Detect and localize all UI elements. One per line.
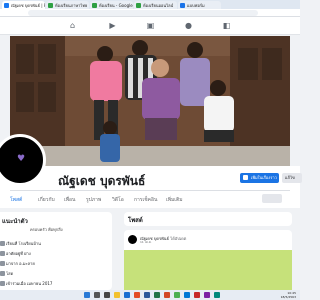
forms-icon bbox=[180, 2, 185, 8]
intro-row-text: มาจาก อ.มะลาย bbox=[6, 261, 35, 266]
home-icon bbox=[0, 251, 5, 256]
facebook-icon bbox=[4, 2, 9, 8]
task-view-icon[interactable] bbox=[104, 292, 110, 298]
browser-tab-4[interactable]: ห้องเรียนออนไลน์ bbox=[134, 1, 177, 9]
start-icon[interactable] bbox=[84, 292, 90, 298]
tab-label: ห้องเรียน - Google Docs bbox=[99, 2, 133, 8]
tab-label: ห้องเรียนภาษาไทย bbox=[55, 2, 88, 8]
add-to-story-label: เพิ่มในเรื่องราว bbox=[251, 175, 277, 180]
tab-videos[interactable]: วิดีโอ bbox=[112, 196, 124, 204]
tab-friends[interactable]: เพื่อน bbox=[64, 196, 75, 204]
tab-checkins[interactable]: การเช็คอิน bbox=[134, 196, 157, 204]
tab-posts[interactable]: โพสต์ bbox=[10, 196, 22, 204]
family-photo bbox=[10, 36, 290, 166]
sheets-icon bbox=[92, 2, 97, 8]
intro-row: มาจาก อ.มะลาย bbox=[0, 260, 110, 268]
divider bbox=[10, 190, 290, 191]
facebook-top-nav: ⌂ ▶ ▣ ● ◧ bbox=[0, 17, 300, 35]
profile-name: ณัฐเดช บุดรพันธ์ bbox=[58, 174, 146, 188]
watch-icon[interactable]: ▶ bbox=[108, 21, 117, 30]
intro-row: เข้าร่วมเมื่อ เมษายน 2017 bbox=[0, 280, 110, 288]
browser-tab-3[interactable]: ห้องเรียน - Google Docs bbox=[90, 1, 133, 9]
cover-photo[interactable] bbox=[10, 36, 290, 166]
edit-profile-label: แก้ไข bbox=[285, 175, 295, 180]
browser-tab-2[interactable]: ห้องเรียนภาษาไทย bbox=[46, 1, 89, 9]
office-icon[interactable] bbox=[134, 292, 140, 298]
chrome-icon[interactable] bbox=[174, 292, 180, 298]
post-time[interactable]: 11 เม.ย. bbox=[140, 240, 151, 245]
search-icon[interactable] bbox=[94, 292, 100, 298]
system-clock[interactable]: 10:45 18/5/2563 bbox=[256, 291, 296, 299]
post-image[interactable] bbox=[124, 250, 292, 290]
browser-tab-facebook[interactable]: ณัฐเดช บุดรพันธ์ | Facebook bbox=[2, 1, 45, 9]
location-icon bbox=[0, 261, 5, 266]
groups-icon[interactable]: ● bbox=[184, 21, 193, 30]
edge-icon[interactable] bbox=[124, 292, 130, 298]
heart-icon: ♥ bbox=[16, 154, 26, 164]
add-to-story-button[interactable]: เพิ่มในเรื่องราว bbox=[240, 173, 279, 183]
intro-row-text: อาศัยอยู่ที่ ฝาง bbox=[6, 251, 31, 256]
file-explorer-icon[interactable] bbox=[114, 292, 120, 298]
tab-photos[interactable]: รูปภาพ bbox=[86, 196, 101, 204]
excel-icon[interactable] bbox=[154, 292, 160, 298]
tab-more[interactable]: เพิ่มเติม bbox=[166, 196, 183, 204]
tab-about[interactable]: เกี่ยวกับ bbox=[38, 196, 55, 204]
clock-date: 18/5/2563 bbox=[280, 295, 296, 299]
browser-tab-5[interactable]: แบบฟอร์ม bbox=[178, 1, 221, 9]
browser-tab-strip: ณัฐเดช บุดรพันธ์ | Facebook ห้องเรียนภาษ… bbox=[0, 0, 300, 9]
intro-title: แนะนำตัว bbox=[2, 218, 28, 225]
post-author-action: ได้อัปเดต bbox=[170, 236, 187, 241]
sheets-icon bbox=[48, 2, 53, 8]
intro-bio: ครอบครัว คือทุกสิ่ง bbox=[30, 227, 63, 232]
app-icon[interactable] bbox=[194, 292, 200, 298]
heart-icon bbox=[0, 271, 5, 276]
post-author-avatar[interactable] bbox=[128, 235, 137, 244]
intro-row: โสด bbox=[0, 270, 110, 278]
intro-row-text: เรียนที่ โรงเรียนบ้าน bbox=[6, 241, 41, 246]
gaming-icon[interactable]: ◧ bbox=[222, 21, 231, 30]
intro-row: อาศัยอยู่ที่ ฝาง bbox=[0, 250, 110, 258]
posts-title: โพสต์ bbox=[128, 217, 143, 224]
home-icon[interactable]: ⌂ bbox=[68, 21, 77, 30]
more-options-button[interactable] bbox=[262, 194, 282, 203]
tab-label: ณัฐเดช บุดรพันธ์ | Facebook bbox=[11, 2, 45, 8]
edit-profile-button[interactable]: แก้ไข bbox=[282, 173, 302, 183]
plus-icon bbox=[243, 175, 248, 180]
word-icon[interactable] bbox=[144, 292, 150, 298]
mail-icon[interactable] bbox=[184, 292, 190, 298]
windows-taskbar bbox=[0, 290, 300, 300]
intro-row: เรียนที่ โรงเรียนบ้าน bbox=[0, 240, 110, 248]
school-icon bbox=[0, 241, 5, 246]
app-icon[interactable] bbox=[214, 292, 220, 298]
tab-label: แบบฟอร์ม bbox=[187, 2, 205, 8]
posts-header bbox=[124, 212, 292, 226]
app-icon[interactable] bbox=[204, 292, 210, 298]
clock-icon bbox=[0, 281, 5, 286]
sheets-icon bbox=[136, 2, 141, 8]
marketplace-icon[interactable]: ▣ bbox=[146, 21, 155, 30]
url-input[interactable] bbox=[28, 10, 258, 16]
intro-row-text: เข้าร่วมเมื่อ เมษายน 2017 bbox=[6, 281, 53, 286]
tab-label: ห้องเรียนออนไลน์ bbox=[143, 2, 174, 8]
address-bar bbox=[0, 9, 300, 17]
intro-row-text: โสด bbox=[6, 271, 14, 276]
powerpoint-icon[interactable] bbox=[164, 292, 170, 298]
